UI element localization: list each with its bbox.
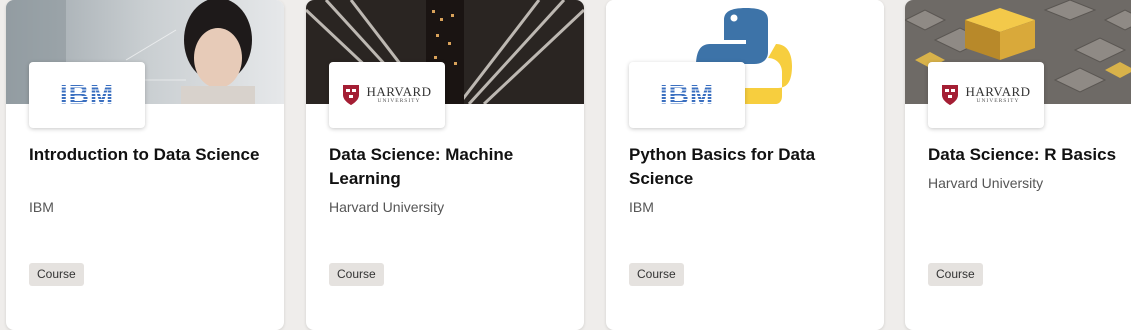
course-type-badge: Course <box>928 263 983 286</box>
harvard-logo-text: HARVARD <box>366 84 432 99</box>
course-provider: IBM <box>629 199 654 215</box>
course-provider: IBM <box>29 199 54 215</box>
course-title[interactable]: Python Basics for Data Science <box>629 143 869 191</box>
provider-logo: HARVARD UNIVERSITY <box>928 62 1044 128</box>
harvard-logo-subtext: UNIVERSITY <box>377 98 421 104</box>
course-type-badge: Course <box>29 263 84 286</box>
harvard-logo-text: HARVARD <box>965 84 1031 99</box>
provider-logo: IBM <box>629 62 745 128</box>
course-card[interactable]: IBM Python Basics for Data Science IBM C… <box>606 0 884 330</box>
ibm-logo: IBM <box>659 79 715 110</box>
course-card[interactable]: HARVARD UNIVERSITY Data Science: Machine… <box>306 0 584 330</box>
course-card[interactable]: IBM Introduction to Data Science IBM Cou… <box>6 0 284 330</box>
course-type-badge: Course <box>629 263 684 286</box>
course-provider: Harvard University <box>928 175 1044 191</box>
provider-logo: IBM <box>29 62 145 128</box>
harvard-shield-icon <box>343 85 360 105</box>
harvard-shield-icon <box>942 85 959 105</box>
course-title[interactable]: Introduction to Data Science <box>29 143 269 167</box>
course-provider: Harvard University <box>329 199 445 215</box>
ibm-logo: IBM <box>59 79 115 110</box>
course-title[interactable]: Data Science: R Basics <box>928 143 1131 167</box>
course-type-badge: Course <box>329 263 384 286</box>
provider-logo: HARVARD UNIVERSITY <box>329 62 445 128</box>
harvard-logo-subtext: UNIVERSITY <box>976 98 1020 104</box>
course-title[interactable]: Data Science: Machine Learning <box>329 143 569 191</box>
course-card[interactable]: HARVARD UNIVERSITY Data Science: R Basic… <box>905 0 1131 330</box>
